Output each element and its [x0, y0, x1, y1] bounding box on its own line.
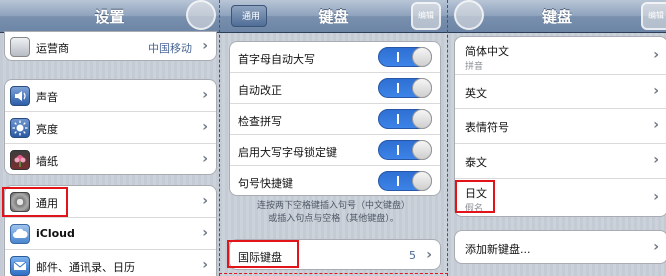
- brightness-label: 亮度: [36, 123, 58, 136]
- display-group: 声音 › 亮度 › 墙纸 ›: [4, 79, 217, 175]
- chevron-right-icon: ›: [202, 193, 208, 209]
- keyboard-item-label: 简体中文: [465, 45, 509, 58]
- keyboard-item-label: 表情符号: [465, 121, 509, 134]
- highlight-general: [2, 187, 68, 217]
- flower-icon: [10, 150, 30, 170]
- intl-keyboards-panel: 键盘 编辑 简体中文 拼音 › 英文 › 表情符号 › 泰文 › 日文 假名 ›…: [448, 0, 666, 276]
- toggle-row: 自动改正: [230, 73, 440, 104]
- keyboard-item-label: 泰文: [465, 156, 487, 169]
- note-line-1: 连按两下空格键插入句号（中文键盘）: [256, 201, 410, 211]
- autocap-switch[interactable]: [378, 47, 432, 67]
- add-keyboard-row[interactable]: 添加新键盘... ›: [455, 231, 666, 263]
- keyboard-item[interactable]: 表情符号 ›: [455, 109, 666, 144]
- sun-icon: [10, 118, 30, 138]
- chevron-right-icon: ›: [653, 189, 659, 205]
- carrier-row[interactable]: 运营商 中国移动 ›: [5, 32, 216, 60]
- keyboard-item[interactable]: 简体中文 拼音 ›: [455, 37, 666, 75]
- edit-button[interactable]: 编辑: [411, 2, 441, 30]
- carrier-label: 运营商: [36, 42, 69, 55]
- chevron-right-icon: ›: [202, 151, 208, 167]
- capslock-switch[interactable]: [378, 140, 432, 160]
- keyboard-item[interactable]: 英文 ›: [455, 75, 666, 109]
- settings-navbar: 设置: [0, 0, 219, 33]
- carrier-value: 中国移动: [148, 42, 192, 55]
- toggle-label: 首字母自动大写: [238, 53, 315, 66]
- toggle-label: 检查拼写: [238, 115, 282, 128]
- keyboard-item[interactable]: 泰文 ›: [455, 144, 666, 179]
- intl-navbar: 键盘 编辑: [448, 0, 666, 33]
- wallpaper-label: 墙纸: [36, 155, 58, 168]
- separator-bottom: [219, 273, 448, 274]
- period-shortcut-switch[interactable]: [378, 171, 432, 191]
- chevron-right-icon: ›: [202, 257, 208, 273]
- keyboard-item-label: 英文: [465, 87, 487, 100]
- chevron-right-icon: ›: [653, 83, 659, 99]
- note-line-2: 或插入句点与空格（其他键盘）。: [268, 214, 399, 224]
- chevron-right-icon: ›: [653, 117, 659, 133]
- carrier-group: 运营商 中国移动 ›: [4, 31, 217, 61]
- toggle-label: 自动改正: [238, 84, 282, 97]
- highlight-international: [227, 240, 299, 268]
- toggle-row: 句号快捷键: [230, 166, 440, 195]
- autocorrect-switch[interactable]: [378, 78, 432, 98]
- settings-panel: 设置 运营商 中国移动 › 声音 › 亮度 › 墙纸 › 通用 › iCloud…: [0, 0, 219, 276]
- toggle-label: 启用大写字母锁定键: [238, 146, 337, 159]
- icloud-row[interactable]: iCloud ›: [5, 218, 216, 250]
- period-shortcut-note: 连按两下空格键插入句号（中文键盘） 或插入句点与空格（其他键盘）。: [219, 200, 448, 226]
- toggle-row: 检查拼写: [230, 104, 440, 135]
- mail-label: 邮件、通讯录、日历: [36, 261, 135, 274]
- separator-right: [447, 0, 448, 276]
- highlight-japanese: [455, 180, 495, 213]
- sounds-label: 声音: [36, 91, 58, 104]
- chevron-right-icon: ›: [202, 87, 208, 103]
- keyboard-panel: 通用 键盘 编辑 首字母自动大写 自动改正 检查拼写 启用大写字母锁定键 句号快…: [219, 0, 448, 276]
- sounds-row[interactable]: 声音 ›: [5, 80, 216, 112]
- page-title: 键盘: [541, 8, 572, 26]
- add-keyboard-group: 添加新键盘... ›: [454, 230, 666, 264]
- toggle-label: 句号快捷键: [238, 177, 293, 190]
- add-keyboard-label: 添加新键盘...: [465, 243, 531, 256]
- chevron-right-icon: ›: [653, 47, 659, 63]
- brightness-row[interactable]: 亮度 ›: [5, 112, 216, 144]
- edit-button[interactable]: 编辑: [641, 2, 666, 30]
- keyboard-item-sub: 拼音: [465, 62, 484, 72]
- separator-left: [219, 0, 220, 276]
- spellcheck-switch[interactable]: [378, 109, 432, 129]
- home-overlay-icon: [186, 0, 216, 30]
- keyboard-count: 5: [409, 249, 416, 262]
- chevron-right-icon: ›: [202, 119, 208, 135]
- speaker-icon: [10, 86, 30, 106]
- chevron-right-icon: ›: [653, 239, 659, 255]
- keyboard-toggles-group: 首字母自动大写 自动改正 检查拼写 启用大写字母锁定键 句号快捷键: [229, 41, 441, 196]
- mail-icon: [10, 256, 30, 276]
- mail-row[interactable]: 邮件、通讯录、日历 ›: [5, 250, 216, 276]
- chevron-right-icon: ›: [426, 247, 432, 263]
- toggle-row: 启用大写字母锁定键: [230, 135, 440, 166]
- chevron-right-icon: ›: [202, 225, 208, 241]
- wallpaper-row[interactable]: 墙纸 ›: [5, 144, 216, 174]
- keyboard-navbar: 通用 键盘 编辑: [219, 0, 448, 33]
- chevron-right-icon: ›: [653, 152, 659, 168]
- toggle-row: 首字母自动大写: [230, 42, 440, 73]
- icloud-label: iCloud: [36, 227, 75, 240]
- cloud-icon: [10, 224, 30, 244]
- carrier-icon: [10, 37, 30, 57]
- chevron-right-icon: ›: [202, 38, 208, 54]
